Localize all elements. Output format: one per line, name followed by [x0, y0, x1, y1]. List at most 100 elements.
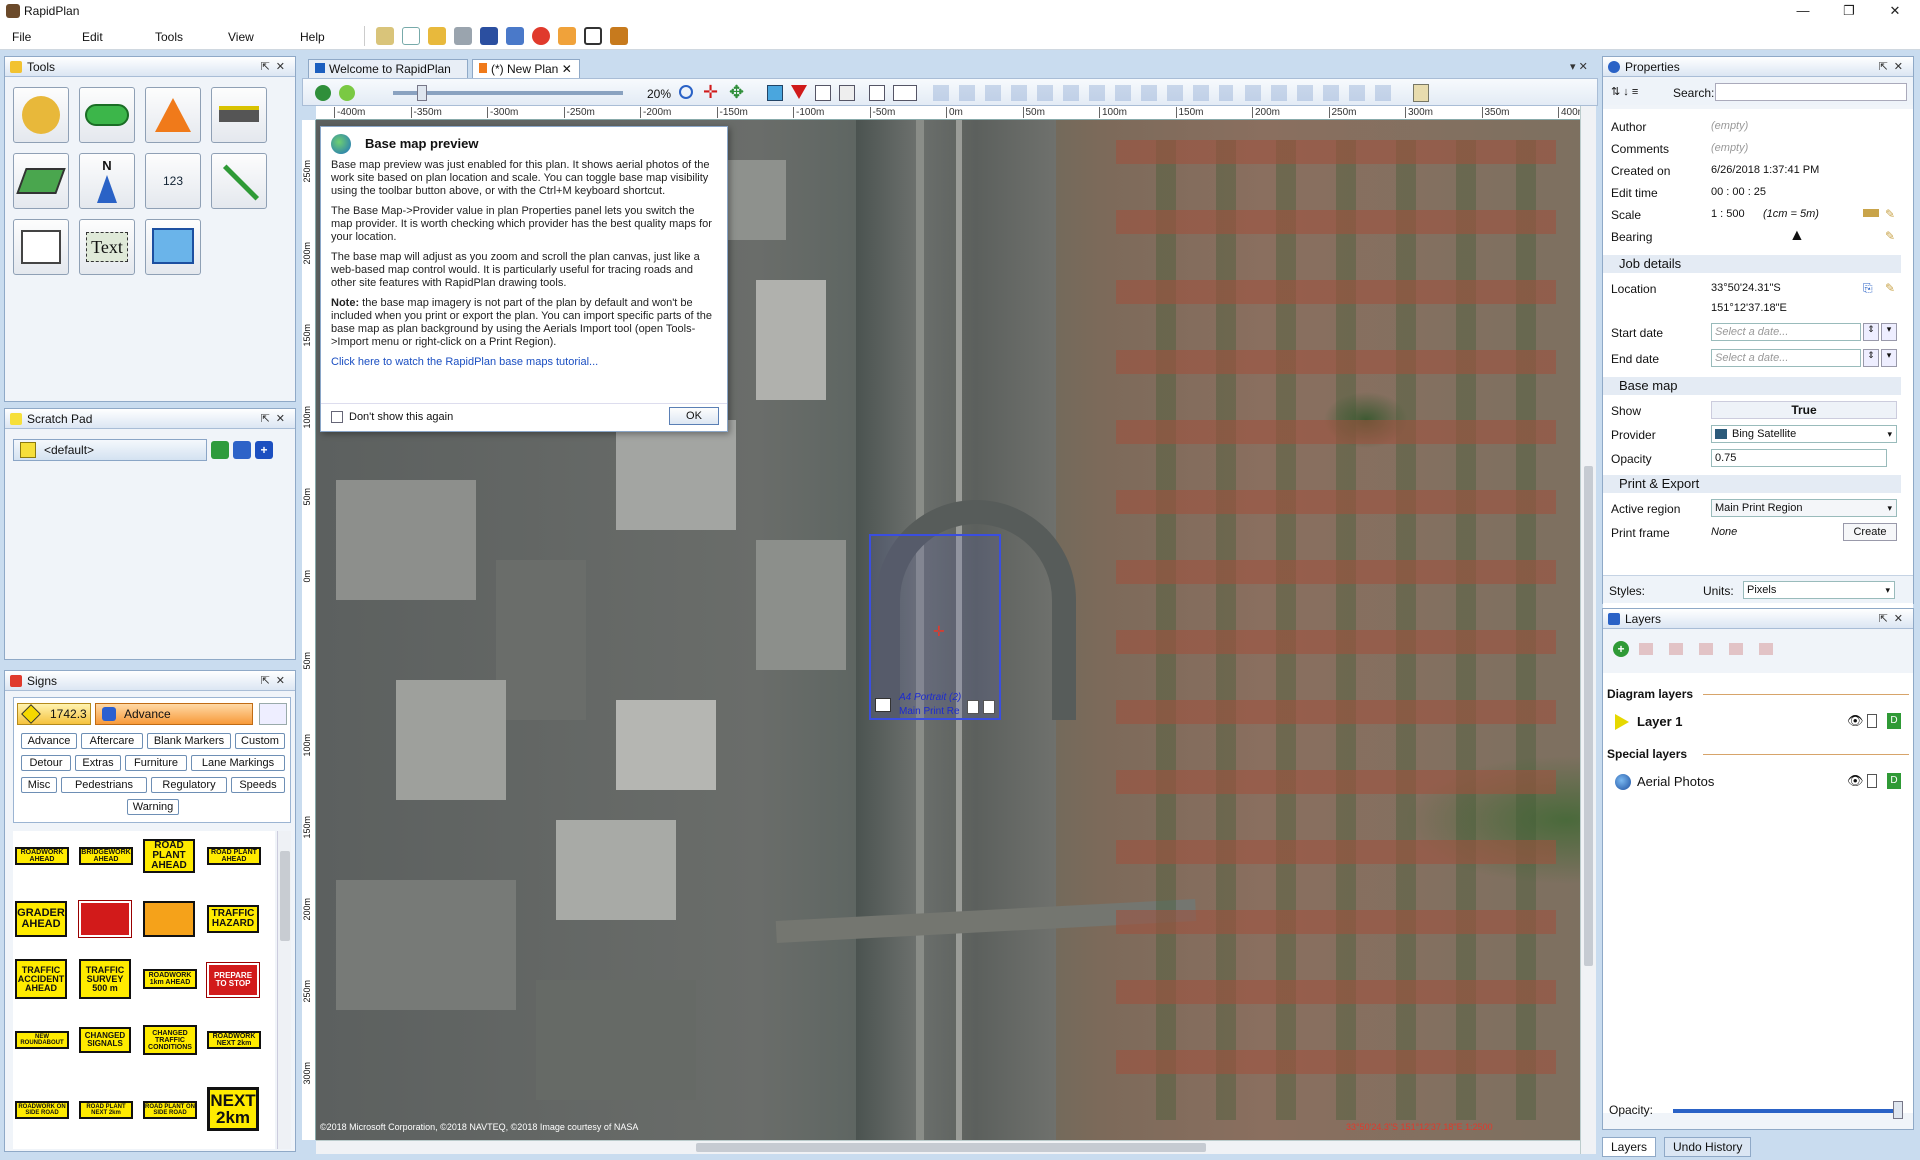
- edit-pencil-icon[interactable]: ✎: [1885, 281, 1895, 295]
- layer-row-aerial-photos[interactable]: Aerial Photos 👁 D: [1611, 771, 1911, 793]
- edit-pencil-icon[interactable]: ✎: [1885, 207, 1895, 221]
- open-folder-icon[interactable]: [428, 27, 446, 45]
- job-details-section[interactable]: Job details: [1603, 255, 1901, 273]
- image-icon[interactable]: [767, 85, 783, 101]
- sign-prepare-to-stop[interactable]: PREPARE TO STOP: [206, 962, 260, 998]
- sign-road-plant-ahead[interactable]: ROAD PLANT AHEAD: [143, 839, 195, 873]
- zoom-icon[interactable]: [679, 85, 693, 99]
- north-tool-button[interactable]: N: [79, 153, 135, 209]
- sign-traffic-accident-ahead[interactable]: TRAFFIC ACCIDENT AHEAD: [15, 959, 67, 999]
- vertical-scrollbar-thumb[interactable]: [1584, 466, 1593, 966]
- category-furniture[interactable]: Furniture: [125, 755, 187, 771]
- exit-icon[interactable]: [610, 27, 628, 45]
- panel-pin-close-icon[interactable]: ⇱✕: [1879, 609, 1909, 629]
- lock-icon[interactable]: [1867, 774, 1877, 788]
- menu-view[interactable]: View: [228, 30, 254, 44]
- add-layer-icon[interactable]: +: [1613, 641, 1629, 657]
- category-advance[interactable]: Advance: [21, 733, 77, 749]
- category-detour[interactable]: Detour: [21, 755, 71, 771]
- print-export-section[interactable]: Print & Export: [1603, 475, 1901, 493]
- sign-road-plant-next-2km[interactable]: ROAD PLANT NEXT 2km: [79, 1101, 133, 1119]
- tab-pin-close-icon[interactable]: ▾ ✕: [1570, 60, 1588, 73]
- print-layer-icon[interactable]: D: [1887, 773, 1901, 789]
- menu-edit[interactable]: Edit: [82, 30, 103, 44]
- end-date-dropdown[interactable]: ▾: [1881, 349, 1897, 367]
- properties-search-input[interactable]: [1715, 83, 1907, 101]
- sign-worker-orange[interactable]: [143, 901, 195, 937]
- stop-icon[interactable]: [532, 27, 550, 45]
- panel-pin-close-icon[interactable]: ⇱✕: [261, 671, 291, 691]
- category-blank-markers[interactable]: Blank Markers: [147, 733, 231, 749]
- line-tool-button[interactable]: [211, 153, 267, 209]
- sign-road-plant-ahead-small[interactable]: ROAD PLANT AHEAD: [207, 847, 261, 865]
- clipboard-icon[interactable]: [1413, 84, 1429, 102]
- ruler-icon[interactable]: [1863, 209, 1879, 217]
- sign-next-2km[interactable]: NEXT 2km: [207, 1087, 259, 1131]
- print-region[interactable]: ✛ A4 Portrait (2) Main Print Re: [869, 534, 1001, 720]
- category-regulatory[interactable]: Regulatory: [151, 777, 227, 793]
- barrier-tool-button[interactable]: [211, 87, 267, 143]
- back-arrow-icon[interactable]: [211, 441, 229, 459]
- region-preview-icon[interactable]: [983, 700, 995, 714]
- sign-grader-ahead[interactable]: GRADER AHEAD: [15, 901, 67, 937]
- maximize-icon[interactable]: ❐: [1826, 0, 1872, 22]
- area-tool-button[interactable]: [13, 153, 69, 209]
- sign-code-button[interactable]: 1742.3: [17, 703, 91, 725]
- sign-worker-red[interactable]: [78, 900, 132, 938]
- sort-icon[interactable]: ⇅ ↓ ≡: [1611, 85, 1638, 98]
- binoculars-icon[interactable]: [259, 703, 287, 725]
- list-icon[interactable]: [815, 85, 831, 101]
- region-page-icon[interactable]: [967, 700, 979, 714]
- show-toggle[interactable]: True: [1711, 401, 1897, 419]
- edit-pencil-icon[interactable]: ✎: [1885, 229, 1895, 243]
- print-layer-icon[interactable]: D: [1887, 713, 1901, 729]
- tab-layers[interactable]: Layers: [1602, 1137, 1657, 1157]
- open-wizard-icon[interactable]: [376, 27, 394, 45]
- export-icon[interactable]: [506, 27, 524, 45]
- author-value[interactable]: (empty): [1711, 120, 1748, 132]
- opacity-input[interactable]: 0.75: [1711, 449, 1887, 467]
- panel-pin-close-icon[interactable]: ⇱✕: [261, 409, 291, 429]
- tab-new-plan[interactable]: (*) New Plan ✕: [472, 59, 580, 78]
- page-icon[interactable]: [869, 85, 885, 101]
- panel-pin-close-icon[interactable]: ⇱✕: [1879, 57, 1909, 77]
- vertical-scrollbar[interactable]: [1580, 106, 1596, 1154]
- sign-bridgework-ahead[interactable]: BRIDGEWORK AHEAD: [79, 847, 133, 865]
- tools-icon[interactable]: [558, 27, 576, 45]
- zoom-slider-thumb[interactable]: [417, 85, 427, 101]
- scratch-pad-selector[interactable]: <default>: [13, 439, 207, 461]
- active-region-select[interactable]: Main Print Region ▾: [1711, 499, 1897, 517]
- checkbox-icon[interactable]: [584, 27, 602, 45]
- text-tool-button[interactable]: Text: [79, 219, 135, 275]
- layer-opacity-thumb[interactable]: [1893, 1101, 1903, 1119]
- close-icon[interactable]: ✕: [1872, 0, 1918, 22]
- comments-value[interactable]: (empty): [1711, 142, 1748, 154]
- end-date-spinner[interactable]: ⇕: [1863, 349, 1879, 367]
- base-map-section[interactable]: Base map: [1603, 377, 1901, 395]
- panel-pin-close-icon[interactable]: ⇱✕: [261, 57, 291, 77]
- category-extras[interactable]: Extras: [75, 755, 121, 771]
- layer-row-layer-1[interactable]: Layer 1 👁 D: [1611, 711, 1911, 733]
- menu-file[interactable]: File: [12, 30, 31, 44]
- forward-arrow-icon[interactable]: [233, 441, 251, 459]
- provider-select[interactable]: Bing Satellite ▾: [1711, 425, 1897, 443]
- category-misc[interactable]: Misc: [21, 777, 57, 793]
- menu-help[interactable]: Help: [300, 30, 325, 44]
- lock-icon[interactable]: [1867, 714, 1877, 728]
- sign-traffic-survey[interactable]: TRAFFIC SURVEY 500 m: [79, 959, 131, 999]
- cones-tool-button[interactable]: [145, 87, 201, 143]
- tab-welcome[interactable]: Welcome to RapidPlan ✕: [308, 59, 468, 94]
- sign-roadwork-next-2km[interactable]: ROADWORK NEXT 2km: [207, 1031, 261, 1049]
- end-date-input[interactable]: Select a date...: [1711, 349, 1861, 367]
- sign-roadwork-side-road[interactable]: ROADWORK ON SIDE ROAD: [15, 1101, 69, 1119]
- selected-category-button[interactable]: Advance: [95, 703, 253, 725]
- rectangle-tool-button[interactable]: [13, 219, 69, 275]
- start-date-input[interactable]: Select a date...: [1711, 323, 1861, 341]
- new-document-icon[interactable]: [402, 27, 420, 45]
- copy-icon[interactable]: ⎘: [1863, 281, 1873, 296]
- category-warning[interactable]: Warning: [127, 799, 179, 815]
- category-custom[interactable]: Custom: [235, 733, 285, 749]
- sign-gallery-scrollbar[interactable]: [277, 831, 291, 1149]
- category-speeds[interactable]: Speeds: [231, 777, 285, 793]
- horizontal-scrollbar-thumb[interactable]: [696, 1143, 1206, 1152]
